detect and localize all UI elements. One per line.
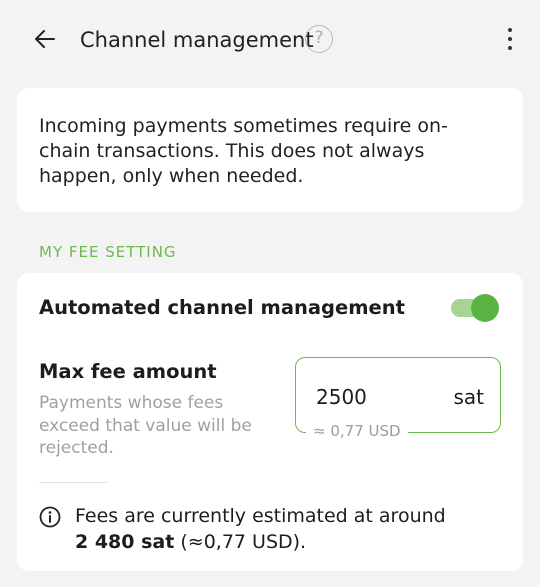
max-fee-unit: sat [453,385,484,409]
divider [39,482,107,483]
max-fee-fiat-estimate: ≈ 0,77 USD [306,422,408,440]
help-icon[interactable]: ? [305,25,333,53]
info-text: Incoming payments sometimes require on-c… [39,115,448,187]
toggle-thumb [471,294,499,322]
max-fee-input[interactable]: 2500 sat ≈ 0,77 USD [295,357,501,440]
back-arrow-icon [35,30,55,48]
info-card: Incoming payments sometimes require on-c… [17,88,523,212]
fee-estimate-text: Fees are currently estimated at around 2… [75,503,495,555]
automated-management-label: Automated channel management [39,296,405,319]
fee-estimate-amount: 2 480 sat [75,531,175,553]
app-bar: Channel management ? [0,0,540,78]
fee-estimate-suffix: (≈0,77 USD). [180,531,307,553]
max-fee-label: Max fee amount [39,360,217,383]
more-options-button[interactable] [499,26,521,52]
fee-estimate-prefix: Fees are currently estimated at around [75,505,446,527]
automated-management-toggle[interactable] [451,294,499,322]
info-icon [39,506,61,528]
max-fee-description: Payments whose fees exceed that value wi… [39,393,252,458]
fee-settings-card: Automated channel management Max fee amo… [17,273,523,571]
page-title: Channel management [80,28,314,52]
max-fee-value[interactable]: 2500 [316,384,367,410]
section-label-fee-setting: MY FEE SETTING [39,243,177,261]
more-vertical-icon [508,28,512,32]
back-button[interactable] [30,24,60,54]
